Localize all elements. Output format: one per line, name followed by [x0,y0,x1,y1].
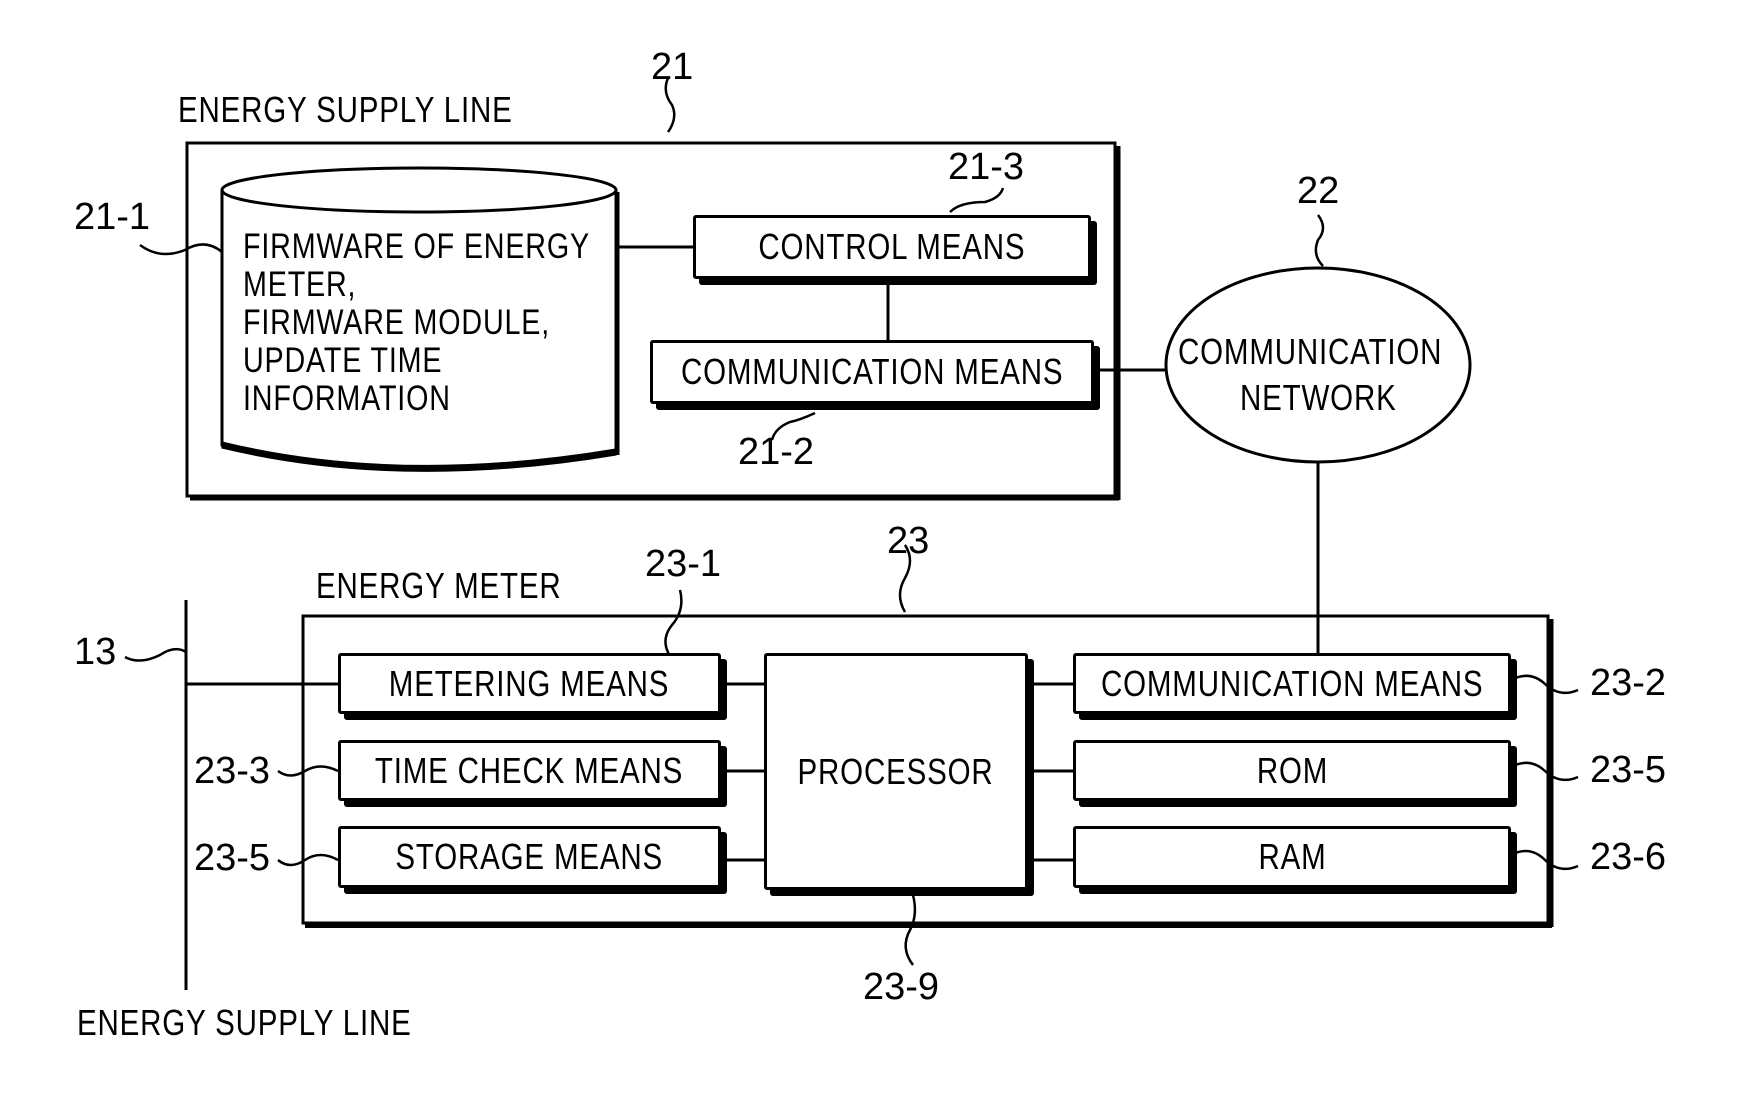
ref-23-3: 23-3 [194,750,271,792]
diagram-lines [124,77,1579,990]
energy-supply-line-bottom-label: ENERGY SUPPLY LINE [77,1002,412,1043]
processor-box: PROCESSOR [764,653,1028,890]
metering-means-box: METERING MEANS [338,653,721,714]
ref-13: 13 [74,631,117,673]
meter-communication-means-label: COMMUNICATION MEANS [1100,662,1484,704]
rom-label: ROM [1256,749,1328,791]
server-communication-means-label: COMMUNICATION MEANS [680,351,1064,392]
energy-meter-label: ENERGY METER [316,565,562,606]
processor-label: PROCESSOR [797,750,995,792]
ref-23-2: 23-2 [1590,662,1667,704]
meter-communication-means-box: COMMUNICATION MEANS [1073,653,1511,714]
metering-means-label: METERING MEANS [389,662,670,704]
ref-23-5-storage: 23-5 [194,837,271,879]
network-label-line1: COMMUNICATION [1178,331,1443,372]
ref-21-2: 21-2 [738,431,815,473]
storage-means-label: STORAGE MEANS [395,836,664,877]
ref-21: 21 [651,46,694,88]
ref-22: 22 [1297,170,1340,212]
energy-supply-line-top-label: ENERGY SUPPLY LINE [178,89,513,130]
rom-box: ROM [1073,740,1511,801]
ref-23-1: 23-1 [645,543,722,585]
control-means-box: CONTROL MEANS [693,215,1091,279]
ref-23-9: 23-9 [863,966,940,1008]
ram-label: RAM [1257,836,1327,877]
ref-21-1: 21-1 [74,196,151,238]
database-contents: FIRMWARE OF ENERGY METER, FIRMWARE MODUL… [243,227,590,418]
time-check-means-box: TIME CHECK MEANS [338,740,721,801]
time-check-means-label: TIME CHECK MEANS [375,749,684,791]
ref-21-3: 21-3 [948,146,1025,188]
ref-23-6: 23-6 [1590,836,1667,878]
control-means-label: CONTROL MEANS [758,226,1026,267]
ref-23-5-rom: 23-5 [1590,749,1667,791]
network-label-line2: NETWORK [1240,377,1397,418]
ref-23: 23 [887,520,930,562]
ram-box: RAM [1073,826,1511,888]
server-communication-means-box: COMMUNICATION MEANS [650,340,1094,404]
storage-means-box: STORAGE MEANS [338,826,721,888]
